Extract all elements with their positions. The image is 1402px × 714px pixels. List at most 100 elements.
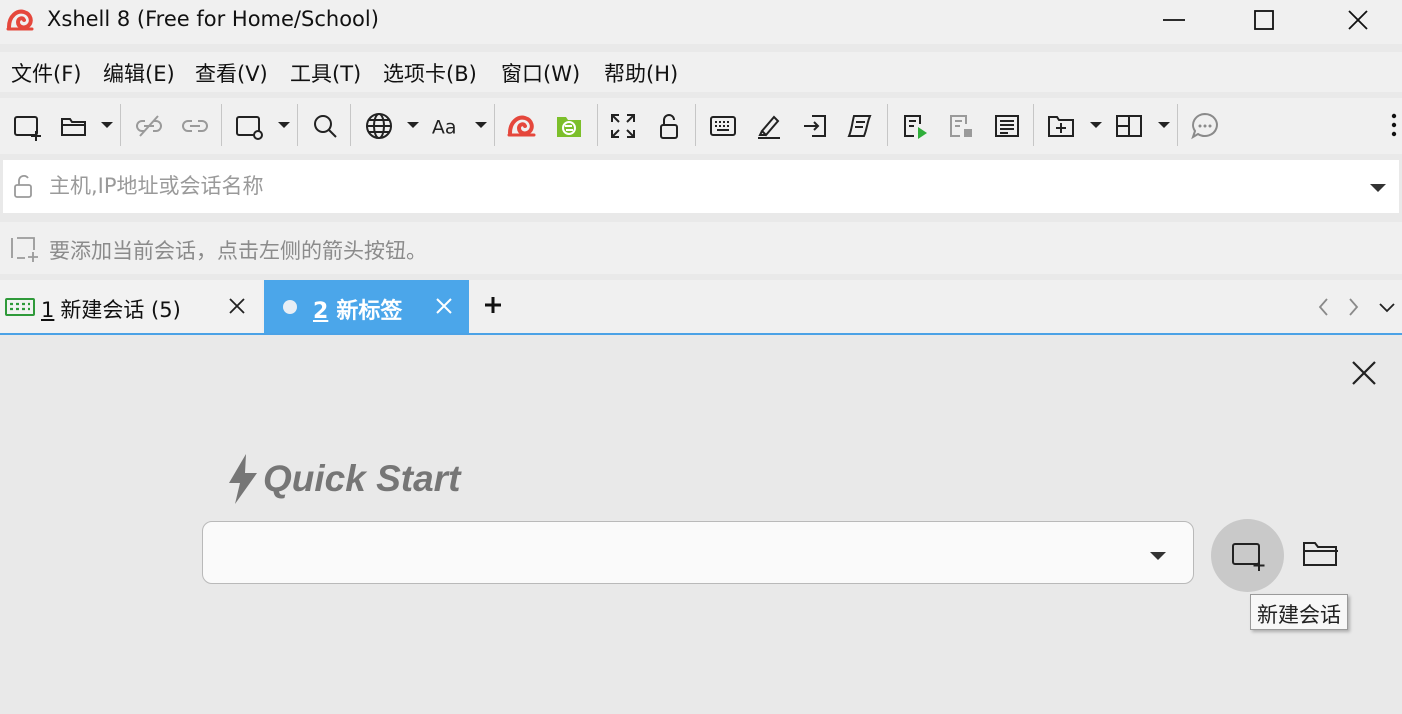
reconnect-icon [182, 120, 208, 132]
chevron-right-icon[interactable] [1343, 296, 1363, 318]
menu-view[interactable]: 查看(V) [195, 58, 268, 88]
stop-script-button[interactable] [944, 108, 978, 144]
new-folder-icon [1048, 116, 1074, 137]
chevron-down-icon[interactable] [1089, 120, 1103, 130]
menu-file[interactable]: 文件(F) [11, 58, 81, 88]
open-session-button[interactable] [57, 108, 91, 144]
chevron-down-icon[interactable] [474, 120, 488, 130]
tab-close-icon[interactable] [433, 295, 455, 317]
chevron-down-icon[interactable] [406, 120, 420, 130]
toolbar-separator [120, 104, 121, 146]
minimize-button[interactable] [1144, 0, 1204, 40]
tab-status-dot [283, 300, 297, 314]
xshell-icon [507, 115, 536, 137]
open-folder-icon[interactable] [1301, 535, 1341, 571]
highlight-icon [758, 115, 780, 139]
menu-edit[interactable]: 编辑(E) [103, 58, 175, 88]
tab-session-1[interactable]: 1 新建会话 (5) [0, 280, 262, 333]
run-script-button[interactable] [898, 108, 932, 144]
tab-number: 1 [41, 298, 55, 322]
hint-bar: 要添加当前会话，点击左侧的箭头按钮。 [0, 222, 1402, 274]
toolbar-separator [597, 104, 598, 146]
close-window-button[interactable] [1328, 0, 1388, 40]
layout-button[interactable] [1112, 108, 1146, 144]
xshell-logo-icon [6, 9, 34, 31]
layout-icon [1116, 115, 1142, 137]
title-bar: Xshell 8 (Free for Home/School) [0, 0, 1402, 44]
toolbar-separator [1177, 104, 1178, 146]
quick-new-session-button[interactable] [1211, 519, 1284, 592]
chevron-down-icon[interactable] [1377, 296, 1397, 318]
new-folder-button[interactable] [1044, 108, 1078, 144]
menu-bar: 文件(F) 编辑(E) 查看(V) 工具(T) 选项卡(B) 窗口(W) 帮助(… [0, 52, 1402, 92]
chevron-down-icon[interactable] [100, 120, 114, 130]
compose-bar-button[interactable] [706, 108, 740, 144]
svg-text:Aa: Aa [432, 117, 457, 139]
lightning-icon [229, 454, 257, 504]
notes-icon [995, 115, 1019, 137]
tab-title: 新标签 [336, 299, 403, 324]
language-button[interactable] [362, 108, 396, 144]
search-icon [314, 115, 337, 138]
chevron-left-icon[interactable] [1314, 296, 1334, 318]
session-properties-button[interactable] [232, 108, 266, 144]
script-icon [847, 115, 872, 137]
globe-icon [366, 113, 392, 139]
notes-button[interactable] [990, 108, 1024, 144]
chevron-down-icon[interactable] [1157, 120, 1171, 130]
close-icon[interactable] [1349, 358, 1379, 388]
more-icon [1391, 113, 1397, 137]
menu-tools[interactable]: 工具(T) [290, 58, 361, 88]
tab-close-icon[interactable] [226, 295, 248, 317]
keyboard-icon [710, 116, 736, 136]
toolbar-separator [494, 104, 495, 146]
run-script-icon [904, 115, 927, 139]
add-session-arrow-icon[interactable] [8, 234, 40, 262]
window-title: Xshell 8 (Free for Home/School) [47, 7, 379, 31]
toolbar-separator [695, 104, 696, 146]
address-input[interactable] [49, 171, 1349, 201]
tab-strip: 1 新建会话 (5) 2 新标签 [0, 280, 1402, 335]
toolbar-separator [221, 104, 222, 146]
xftp-button[interactable] [551, 108, 587, 144]
quick-start-panel: Quick Start 新建会话 [0, 335, 1402, 714]
lock-button[interactable] [652, 108, 686, 144]
toolbar-separator [350, 104, 351, 146]
menu-tabs[interactable]: 选项卡(B) [383, 58, 477, 88]
send-button[interactable] [798, 108, 832, 144]
toolbar-separator [887, 104, 888, 146]
tab-session-2[interactable]: 2 新标签 [264, 280, 469, 333]
tooltip: 新建会话 [1250, 594, 1348, 630]
quick-start-combo[interactable] [202, 521, 1194, 584]
maximize-button[interactable] [1234, 0, 1294, 40]
toolbar: Aa [0, 98, 1402, 154]
xftp-icon [557, 117, 581, 137]
chat-icon [1191, 112, 1218, 140]
toolbar-separator [1033, 104, 1034, 146]
xshell-button[interactable] [504, 108, 540, 144]
address-dropdown-icon[interactable] [1369, 182, 1387, 194]
new-session-button[interactable] [10, 108, 44, 144]
close-icon [1348, 10, 1368, 30]
add-tab-icon[interactable] [480, 292, 506, 318]
tab-label: 1 新建会话 (5) [41, 294, 181, 324]
highlight-button[interactable] [752, 108, 786, 144]
menu-window[interactable]: 窗口(W) [501, 58, 580, 88]
new-session-icon [14, 116, 41, 141]
menu-help[interactable]: 帮助(H) [604, 58, 678, 88]
chevron-down-icon[interactable] [1149, 550, 1167, 562]
script-button[interactable] [843, 108, 877, 144]
reconnect-button[interactable] [178, 108, 212, 144]
address-bar [3, 160, 1399, 213]
tab-number: 2 [313, 299, 329, 324]
chevron-down-icon[interactable] [277, 120, 291, 130]
unlock-icon[interactable] [11, 173, 37, 199]
find-button[interactable] [308, 108, 342, 144]
disconnect-button[interactable] [132, 108, 166, 144]
font-button[interactable]: Aa [428, 108, 468, 144]
disconnect-icon [136, 115, 162, 137]
fullscreen-button[interactable] [606, 108, 640, 144]
more-button[interactable] [1384, 108, 1402, 144]
tab-label: 2 新标签 [313, 293, 402, 325]
chat-button[interactable] [1188, 108, 1222, 144]
